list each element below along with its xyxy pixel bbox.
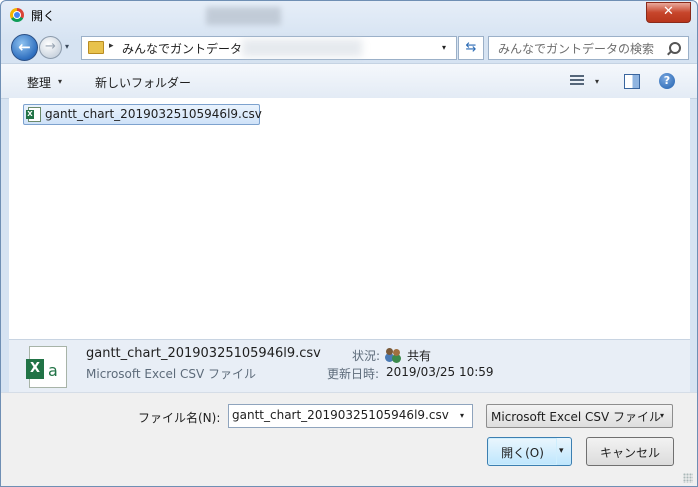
open-button[interactable]: 開く(O): [487, 437, 558, 466]
command-bar: 整理 ▾ 新しいフォルダー ▾ ?: [1, 63, 697, 99]
details-modified-label: 更新日時:: [327, 367, 380, 381]
breadcrumb-arrow-icon[interactable]: ▸: [109, 41, 114, 51]
search-input[interactable]: みんなでガントデータの検索: [488, 36, 689, 60]
back-button[interactable]: ←: [11, 34, 38, 61]
window-title: 開く: [31, 9, 56, 23]
chevron-down-icon[interactable]: ▾: [595, 77, 599, 86]
cancel-button[interactable]: キャンセル: [586, 437, 674, 466]
excel-csv-icon: [26, 346, 67, 388]
open-button-label: 開く(O): [501, 446, 544, 460]
title-bar: 開く ✕: [1, 1, 697, 31]
filetype-select[interactable]: Microsoft Excel CSV ファイル ▾: [486, 404, 673, 428]
dialog-footer: ファイル名(N): gantt_chart_20190325105946l9.c…: [1, 392, 697, 486]
filename-label: ファイル名(N):: [138, 411, 221, 425]
file-list[interactable]: gantt_chart_20190325105946l9.csv: [9, 98, 690, 339]
blurred-region: [242, 39, 362, 57]
new-folder-button[interactable]: 新しいフォルダー: [95, 74, 191, 91]
chevron-down-icon[interactable]: ▾: [58, 77, 62, 86]
refresh-button[interactable]: ⇆: [458, 36, 484, 60]
details-status-label: 状況:: [352, 349, 381, 363]
search-icon[interactable]: [669, 42, 681, 54]
organize-button[interactable]: 整理: [27, 74, 51, 91]
recent-locations-button[interactable]: ▾: [65, 42, 69, 51]
details-pane: gantt_chart_20190325105946l9.csv Microso…: [9, 339, 690, 392]
address-dropdown-icon[interactable]: ▾: [442, 43, 446, 52]
chevron-down-icon: ▾: [559, 446, 564, 456]
excel-csv-icon: [26, 107, 41, 122]
search-placeholder: みんなでガントデータの検索: [498, 42, 655, 56]
cancel-button-label: キャンセル: [599, 446, 660, 460]
view-options-icon[interactable]: [570, 75, 584, 87]
details-file-type: Microsoft Excel CSV ファイル: [86, 367, 257, 381]
blurred-region: [206, 7, 281, 25]
preview-pane-icon[interactable]: [624, 74, 640, 89]
breadcrumb-folder[interactable]: みんなでガントデータ: [122, 40, 242, 57]
folder-icon: [88, 41, 104, 54]
details-file-name: gantt_chart_20190325105946l9.csv: [86, 346, 321, 361]
navigation-bar: ← → ▾ ▸ みんなでガントデータ ▾ ⇆ みんなでガントデータの検索: [1, 31, 697, 63]
open-split-button[interactable]: ▾: [557, 437, 572, 466]
filename-combobox[interactable]: gantt_chart_20190325105946l9.csv ▾: [228, 404, 473, 428]
chevron-down-icon[interactable]: ▾: [460, 411, 464, 420]
resize-grip[interactable]: [683, 473, 693, 483]
open-file-dialog: 開く ✕ ← → ▾ ▸ みんなでガントデータ ▾ ⇆ みんなでガントデータの検…: [0, 0, 698, 487]
close-button[interactable]: ✕: [646, 2, 691, 23]
chevron-down-icon[interactable]: ▾: [660, 411, 664, 420]
help-icon[interactable]: ?: [659, 73, 675, 89]
list-item[interactable]: gantt_chart_20190325105946l9.csv: [23, 104, 262, 125]
file-name: gantt_chart_20190325105946l9.csv: [45, 107, 262, 121]
filename-input[interactable]: gantt_chart_20190325105946l9.csv: [232, 408, 449, 422]
details-modified-value: 2019/03/25 10:59: [386, 365, 494, 379]
details-status-value: 共有: [407, 349, 432, 363]
filetype-value: Microsoft Excel CSV ファイル: [491, 410, 662, 424]
forward-button[interactable]: →: [39, 36, 62, 59]
shared-users-icon: [386, 348, 402, 361]
chrome-icon: [10, 8, 24, 22]
address-bar[interactable]: ▸ みんなでガントデータ ▾: [81, 36, 457, 60]
